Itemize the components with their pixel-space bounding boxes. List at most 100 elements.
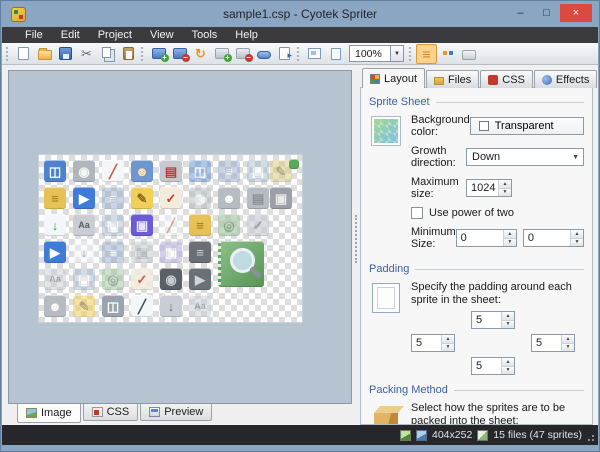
- menu-view[interactable]: View: [141, 27, 183, 43]
- spin-up-icon[interactable]: ▲: [499, 180, 511, 189]
- padding-right-spinner[interactable]: 5 ▲▼: [531, 334, 575, 352]
- spin-down-icon[interactable]: ▼: [502, 321, 514, 329]
- padding-left-spinner[interactable]: 5 ▲▼: [411, 334, 455, 352]
- sprite-canvas[interactable]: ◫◉╱☻▤◫≡▣✎≡▶≡✎✓◉☻▤▣↓Aa▣▣╱≡◎✓▶↓≡▤▣≡Aa▣◎✓◉▶…: [8, 70, 352, 404]
- sprite-sheet: ◫◉╱☻▤◫≡▣✎≡▶≡✎✓◉☻▤▣↓Aa▣▣╱≡◎✓▶↓≡▤▣≡Aa▣◎✓◉▶…: [39, 155, 302, 322]
- tab-files[interactable]: Files: [426, 70, 479, 88]
- tab-effects[interactable]: Effects: [534, 70, 597, 88]
- export-button[interactable]: [274, 44, 295, 64]
- splitter[interactable]: [352, 65, 360, 425]
- sprite-glyph: ☻: [222, 192, 236, 205]
- padding-bottom-value: 5: [472, 358, 501, 374]
- tab-image[interactable]: Image: [17, 404, 81, 423]
- toolbar-grip[interactable]: [409, 47, 414, 61]
- menu-file[interactable]: File: [16, 27, 52, 43]
- view-preview-button[interactable]: [458, 44, 479, 64]
- zoom-fit-button[interactable]: [304, 44, 325, 64]
- maximum-size-spinner[interactable]: 1024 ▲▼: [466, 179, 512, 197]
- spin-down-icon[interactable]: ▼: [504, 239, 516, 247]
- sprite-printer-gray-icon: ▤: [247, 187, 269, 209]
- toolbar-grip[interactable]: [297, 47, 302, 61]
- minimize-button[interactable]: –: [508, 4, 533, 22]
- tab-css-label: CSS: [107, 406, 130, 418]
- view-thumbnails-button[interactable]: [437, 44, 458, 64]
- spin-up-icon[interactable]: ▲: [562, 335, 574, 344]
- zoom-dropdown-icon[interactable]: ▼: [391, 45, 404, 62]
- menu-help[interactable]: Help: [226, 27, 267, 43]
- padding-group-title: Padding: [369, 263, 409, 275]
- menu-edit[interactable]: Edit: [52, 27, 89, 43]
- arrange-icon: [257, 51, 271, 59]
- maximize-button[interactable]: □: [534, 4, 559, 22]
- cut-button[interactable]: ✂: [76, 44, 97, 64]
- save-button[interactable]: [55, 44, 76, 64]
- new-button[interactable]: [13, 44, 34, 64]
- sprite-download-gray-icon: ↓: [160, 295, 182, 317]
- sprite-glyph: ◉: [194, 192, 205, 205]
- zoom-actual-button[interactable]: [325, 44, 346, 64]
- close-button[interactable]: ×: [560, 4, 592, 22]
- spin-down-icon[interactable]: ▼: [502, 367, 514, 375]
- padding-bottom-spinner[interactable]: 5 ▲▼: [471, 357, 515, 375]
- refresh-button[interactable]: ↻: [190, 44, 211, 64]
- spin-down-icon[interactable]: ▼: [442, 344, 454, 352]
- menu-project[interactable]: Project: [89, 27, 141, 43]
- copy-button[interactable]: [97, 44, 118, 64]
- tab-css-output[interactable]: CSS: [83, 404, 139, 421]
- spin-down-icon[interactable]: ▼: [499, 189, 511, 197]
- sprite-glyph: ◫: [194, 165, 206, 178]
- toolbar-grip[interactable]: [6, 47, 11, 61]
- sprite-notebook-search-pale-icon: ◎: [102, 268, 124, 290]
- maximum-size-value: 1024: [467, 180, 498, 196]
- spin-down-icon[interactable]: ▼: [571, 239, 583, 247]
- spinner-arrows[interactable]: ▲▼: [501, 312, 514, 328]
- spin-up-icon[interactable]: ▲: [504, 230, 516, 239]
- minimum-height-value: 0: [524, 230, 570, 246]
- tab-layout[interactable]: Layout: [362, 68, 425, 88]
- spin-up-icon[interactable]: ▲: [502, 358, 514, 367]
- background-color-button[interactable]: Transparent: [470, 117, 584, 135]
- spin-up-icon[interactable]: ▲: [442, 335, 454, 344]
- sprite-database-info-icon: ≡: [44, 187, 66, 209]
- power-of-two-checkbox[interactable]: [411, 207, 423, 219]
- paste-button[interactable]: [118, 44, 139, 64]
- spinner-arrows[interactable]: ▲▼: [570, 230, 583, 246]
- open-button[interactable]: [34, 44, 55, 64]
- menu-tools[interactable]: Tools: [183, 27, 227, 43]
- spinner-arrows[interactable]: ▲▼: [441, 335, 454, 351]
- sprite-glyph: ↓: [168, 300, 175, 313]
- padding-top-spinner[interactable]: 5 ▲▼: [471, 311, 515, 329]
- spin-up-icon[interactable]: ▲: [502, 312, 514, 321]
- minimum-width-spinner[interactable]: 0 ▲▼: [456, 229, 517, 247]
- sprite-glyph: ✎: [137, 192, 148, 205]
- tab-css-settings[interactable]: CSS: [480, 70, 533, 88]
- spinner-arrows[interactable]: ▲▼: [501, 358, 514, 374]
- window-controls: – □ ×: [508, 4, 592, 22]
- add-image-button[interactable]: [211, 44, 232, 64]
- tab-layout-label: Layout: [384, 73, 417, 85]
- zoom-combobox[interactable]: 100%▼: [349, 45, 404, 62]
- add-sheet-button[interactable]: [148, 44, 169, 64]
- toolbar-grip[interactable]: [141, 47, 146, 61]
- spinner-arrows[interactable]: ▲▼: [503, 230, 516, 246]
- toolbar-group: ≡: [407, 43, 479, 64]
- spin-down-icon[interactable]: ▼: [562, 344, 574, 352]
- remove-image-button[interactable]: [232, 44, 253, 64]
- statusbar: 404x252 15 files (47 sprites): [2, 425, 598, 445]
- remove-sheet-button[interactable]: [169, 44, 190, 64]
- sprite-floppy-purple-pale-icon: ▣: [160, 241, 182, 263]
- growth-direction-select[interactable]: Down ▼: [466, 148, 584, 166]
- spinner-arrows[interactable]: ▲▼: [561, 335, 574, 351]
- sprite-glyph: ▣: [78, 273, 90, 286]
- tab-preview[interactable]: Preview: [140, 404, 212, 421]
- spin-up-icon[interactable]: ▲: [571, 230, 583, 239]
- resize-grip[interactable]: [592, 439, 594, 441]
- minimum-height-spinner[interactable]: 0 ▲▼: [523, 229, 584, 247]
- spinner-arrows[interactable]: ▲▼: [498, 180, 511, 196]
- layout-pane: Sprite Sheet Background color: Transpare…: [360, 87, 593, 425]
- sprite-glyph: ☻: [48, 300, 62, 313]
- arrange-button[interactable]: [253, 44, 274, 64]
- main-area: ◫◉╱☻▤◫≡▣✎≡▶≡✎✓◉☻▤▣↓Aa▣▣╱≡◎✓▶↓≡▤▣≡Aa▣◎✓◉▶…: [2, 65, 598, 425]
- minimum-width-value: 0: [457, 230, 503, 246]
- view-list-button[interactable]: ≡: [416, 44, 437, 64]
